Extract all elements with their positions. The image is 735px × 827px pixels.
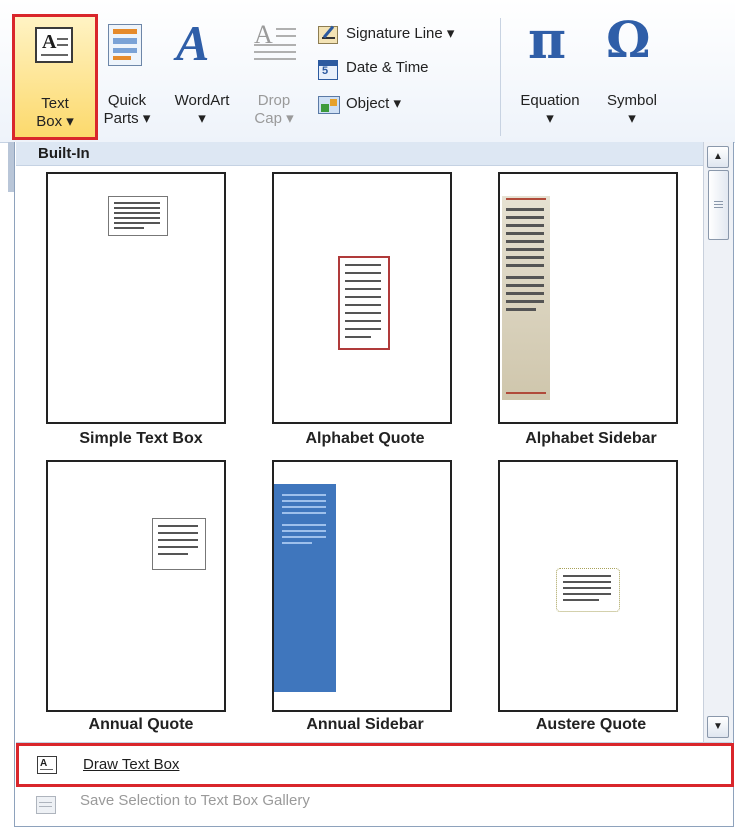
object-button[interactable]: Object ▾ — [316, 94, 496, 118]
wordart-label-1: WordArt — [174, 92, 230, 109]
gallery-scrollbar[interactable]: ▲ ▼ — [703, 142, 733, 742]
equation-button[interactable]: π Equation ▾ — [508, 10, 592, 138]
save-selection-menu-item[interactable]: Save Selection to Text Box Gallery — [16, 788, 734, 824]
gallery-item-alphabet-quote[interactable] — [272, 172, 452, 424]
draw-text-box-menu-item[interactable]: A Draw Text Box — [16, 743, 734, 787]
signature-line-icon — [318, 25, 338, 44]
panel-left-shadow — [8, 142, 14, 192]
group-separator — [500, 18, 501, 136]
gallery-item-simple-text-box[interactable] — [46, 172, 226, 424]
drop-cap-icon: A — [254, 20, 298, 68]
calendar-icon: 5 — [318, 60, 338, 80]
text-box-label-2: Box ▾ — [36, 113, 74, 130]
date-time-label: Date & Time — [346, 59, 429, 76]
equation-label-2: ▾ — [546, 110, 554, 127]
wordart-button[interactable]: A WordArt ▾ — [162, 14, 242, 138]
drop-cap-label-2: Cap ▾ — [254, 110, 294, 127]
sidebar-preview — [502, 196, 550, 400]
object-label: Object ▾ — [346, 95, 402, 112]
gallery-item-austere-quote[interactable] — [498, 460, 678, 712]
quick-parts-label-2: Parts ▾ — [103, 110, 151, 127]
save-selection-icon — [36, 796, 56, 814]
save-selection-label: Save Selection to Text Box Gallery — [80, 792, 310, 809]
gallery-caption: Austere Quote — [535, 716, 647, 733]
gallery-caption: Alphabet Quote — [305, 430, 425, 447]
insert-ribbon: A Text Box ▾ Quick Parts ▾ A WordArt ▾ A — [0, 0, 735, 143]
gallery-caption: Simple Text Box — [79, 430, 203, 447]
quick-parts-label-1: Quick — [107, 92, 147, 109]
quote-box-preview — [152, 518, 206, 570]
drop-cap-label-1: Drop — [257, 92, 291, 109]
pi-icon: π — [528, 10, 567, 71]
gallery-item-annual-sidebar[interactable] — [272, 460, 452, 712]
wordart-label-2: ▾ — [198, 110, 206, 127]
sidebar-preview — [274, 484, 336, 692]
quote-box-preview — [338, 256, 390, 350]
gallery-caption: Annual Quote — [88, 716, 194, 733]
symbol-button[interactable]: Ω Symbol ▾ — [594, 10, 670, 138]
quick-parts-icon — [108, 24, 142, 66]
equation-label-1: Equation — [520, 92, 580, 109]
scroll-up-icon[interactable]: ▲ — [707, 146, 729, 168]
date-time-button[interactable]: 5 Date & Time — [316, 58, 496, 82]
quote-box-preview — [556, 568, 620, 612]
drop-cap-button[interactable]: A Drop Cap ▾ — [244, 14, 304, 138]
text-box-button[interactable]: A Text Box ▾ — [12, 14, 98, 140]
omega-icon: Ω — [606, 10, 651, 69]
wordart-icon: A — [176, 15, 210, 71]
signature-line-button[interactable]: Signature Line ▾ — [316, 24, 496, 48]
scroll-down-icon[interactable]: ▼ — [707, 716, 729, 738]
draw-text-box-label: Draw Text Box — [83, 756, 180, 773]
gallery-item-annual-quote[interactable] — [46, 460, 226, 712]
signature-line-label: Signature Line ▾ — [346, 25, 455, 42]
quick-parts-button[interactable]: Quick Parts ▾ — [100, 14, 156, 138]
built-in-section-header: Built-In — [16, 142, 703, 166]
text-box-preview — [108, 196, 168, 236]
scrollbar-thumb[interactable] — [708, 170, 729, 240]
symbol-label-1: Symbol — [606, 92, 658, 109]
draw-text-box-icon: A — [37, 756, 57, 774]
text-box-label-1: Text — [41, 95, 69, 112]
gallery-caption: Alphabet Sidebar — [525, 430, 657, 447]
symbol-label-2: ▾ — [628, 110, 636, 127]
text-box-icon: A — [35, 27, 73, 63]
object-icon — [318, 96, 340, 114]
gallery-item-alphabet-sidebar[interactable] — [498, 172, 678, 424]
gallery-caption: Annual Sidebar — [306, 716, 424, 733]
